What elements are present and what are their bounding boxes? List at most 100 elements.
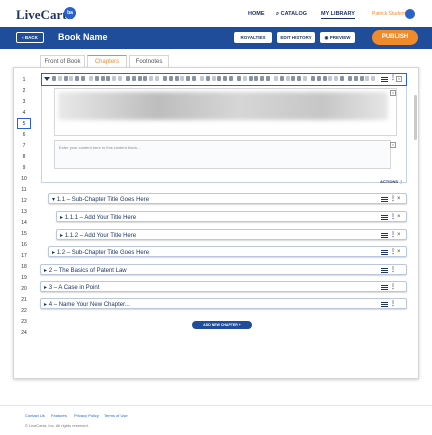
- preview-button[interactable]: ◉ PREVIEW: [320, 32, 355, 43]
- format-tool-icon[interactable]: [248, 76, 253, 81]
- footer-link-terms[interactable]: Terms of Use: [104, 413, 128, 418]
- format-tool-icon[interactable]: [340, 76, 344, 81]
- format-tool-icon[interactable]: [359, 76, 364, 81]
- format-tool-icon[interactable]: [192, 76, 196, 81]
- format-tool-icon[interactable]: [353, 76, 358, 81]
- footer-link-privacy[interactable]: Privacy Policy: [74, 413, 99, 418]
- format-tool-icon[interactable]: [89, 76, 93, 81]
- line-number[interactable]: 18: [17, 262, 31, 273]
- menu-icon[interactable]: [381, 197, 388, 202]
- footer-link-contact[interactable]: Contact Us: [25, 413, 45, 418]
- user-name[interactable]: Patrick Student: [372, 11, 406, 17]
- more-icon[interactable]: ⋮: [390, 248, 396, 255]
- more-icon[interactable]: ⋮: [390, 266, 396, 273]
- format-tool-icon[interactable]: [316, 76, 321, 81]
- format-tool-icon[interactable]: [223, 76, 228, 81]
- format-tool-icon[interactable]: [100, 76, 105, 81]
- format-tool-icon[interactable]: [291, 76, 296, 81]
- line-number[interactable]: 20: [17, 284, 31, 295]
- format-tool-icon[interactable]: [311, 76, 315, 81]
- format-tool-icon[interactable]: [328, 76, 333, 81]
- more-icon[interactable]: ⋮: [390, 283, 396, 290]
- avatar[interactable]: [405, 9, 415, 19]
- menu-icon[interactable]: [381, 268, 388, 273]
- format-tool-icon[interactable]: [75, 76, 80, 81]
- nav-home[interactable]: HOME: [248, 11, 265, 17]
- back-button[interactable]: ‹ BACK: [16, 32, 44, 43]
- line-number[interactable]: 13: [17, 207, 31, 218]
- format-tool-icon[interactable]: [180, 76, 185, 81]
- line-number[interactable]: 21: [17, 295, 31, 306]
- line-number[interactable]: 15: [17, 229, 31, 240]
- line-number[interactable]: 17: [17, 251, 31, 262]
- tab-footnotes[interactable]: Footnotes: [129, 55, 169, 67]
- line-number[interactable]: 1: [17, 75, 31, 86]
- format-tool-icon[interactable]: [266, 76, 270, 81]
- format-tool-icon[interactable]: [365, 76, 370, 81]
- close-icon[interactable]: ×: [397, 232, 401, 238]
- format-tool-icon[interactable]: [205, 76, 210, 81]
- close-icon[interactable]: ×: [390, 90, 396, 96]
- format-tool-icon[interactable]: [322, 76, 327, 81]
- close-icon[interactable]: ×: [397, 249, 401, 255]
- line-number[interactable]: 16: [17, 240, 31, 251]
- format-tool-icon[interactable]: [69, 76, 74, 81]
- format-tool-icon[interactable]: [297, 76, 302, 81]
- format-tool-icon[interactable]: [81, 76, 85, 81]
- format-tool-icon[interactable]: [106, 76, 111, 81]
- format-tool-icon[interactable]: [131, 76, 136, 81]
- format-tool-icon[interactable]: [279, 76, 284, 81]
- format-tool-icon[interactable]: [200, 76, 204, 81]
- line-number[interactable]: 24: [17, 328, 31, 339]
- menu-icon[interactable]: [381, 250, 388, 255]
- add-chapter-button[interactable]: ADD NEW CHAPTER +: [192, 321, 252, 329]
- format-tool-icon[interactable]: [63, 76, 68, 81]
- format-tool-icon[interactable]: [211, 76, 216, 81]
- line-number[interactable]: 10: [17, 174, 31, 185]
- format-tool-icon[interactable]: [242, 76, 247, 81]
- line-number-active[interactable]: 5: [17, 118, 31, 129]
- actions-menu[interactable]: ACTIONS ⋮: [380, 179, 403, 184]
- format-tool-icon[interactable]: [254, 76, 259, 81]
- format-tool-icon[interactable]: [163, 76, 167, 81]
- line-number[interactable]: 11: [17, 185, 31, 196]
- publish-button[interactable]: PUBLISH: [372, 30, 418, 45]
- line-number[interactable]: 2: [17, 86, 31, 97]
- format-tool-icon[interactable]: [143, 76, 148, 81]
- more-icon[interactable]: ⋮: [390, 195, 396, 202]
- tab-front-of-book[interactable]: Front of Book: [40, 55, 85, 67]
- format-tool-icon[interactable]: [52, 76, 56, 81]
- format-tool-icon[interactable]: [371, 76, 376, 81]
- format-tool-icon[interactable]: [274, 76, 278, 81]
- format-tool-icon[interactable]: [112, 76, 117, 81]
- format-tool-icon[interactable]: [94, 76, 99, 81]
- format-tool-icon[interactable]: [126, 76, 130, 81]
- collapse-icon[interactable]: [44, 77, 50, 81]
- line-number[interactable]: 19: [17, 273, 31, 284]
- line-number[interactable]: 6: [17, 130, 31, 141]
- line-number[interactable]: 23: [17, 317, 31, 328]
- nav-catalog[interactable]: ⌕ CATALOG: [276, 11, 307, 18]
- line-number[interactable]: 8: [17, 152, 31, 163]
- tab-chapters[interactable]: Chapters: [87, 55, 127, 67]
- format-tool-icon[interactable]: [174, 76, 179, 81]
- more-icon[interactable]: ⋮: [390, 300, 396, 307]
- format-tool-icon[interactable]: [237, 76, 241, 81]
- format-tool-icon[interactable]: [118, 76, 122, 81]
- format-tool-icon[interactable]: [348, 76, 352, 81]
- close-icon[interactable]: ×: [396, 76, 402, 82]
- more-icon[interactable]: ⋮: [390, 231, 396, 238]
- format-tool-icon[interactable]: [260, 76, 265, 81]
- line-number[interactable]: 14: [17, 218, 31, 229]
- format-tool-icon[interactable]: [334, 76, 339, 81]
- royalties-button[interactable]: ROYALTIES: [234, 32, 272, 43]
- panel-scrollbar[interactable]: [414, 95, 417, 140]
- more-icon[interactable]: ⋮: [390, 213, 396, 220]
- nav-my-library[interactable]: MY LIBRARY: [321, 11, 355, 19]
- menu-icon[interactable]: [381, 77, 388, 82]
- line-number[interactable]: 3: [17, 97, 31, 108]
- format-tool-icon[interactable]: [285, 76, 290, 81]
- menu-icon[interactable]: [381, 302, 388, 307]
- menu-icon[interactable]: [381, 285, 388, 290]
- format-tool-icon[interactable]: [149, 76, 154, 81]
